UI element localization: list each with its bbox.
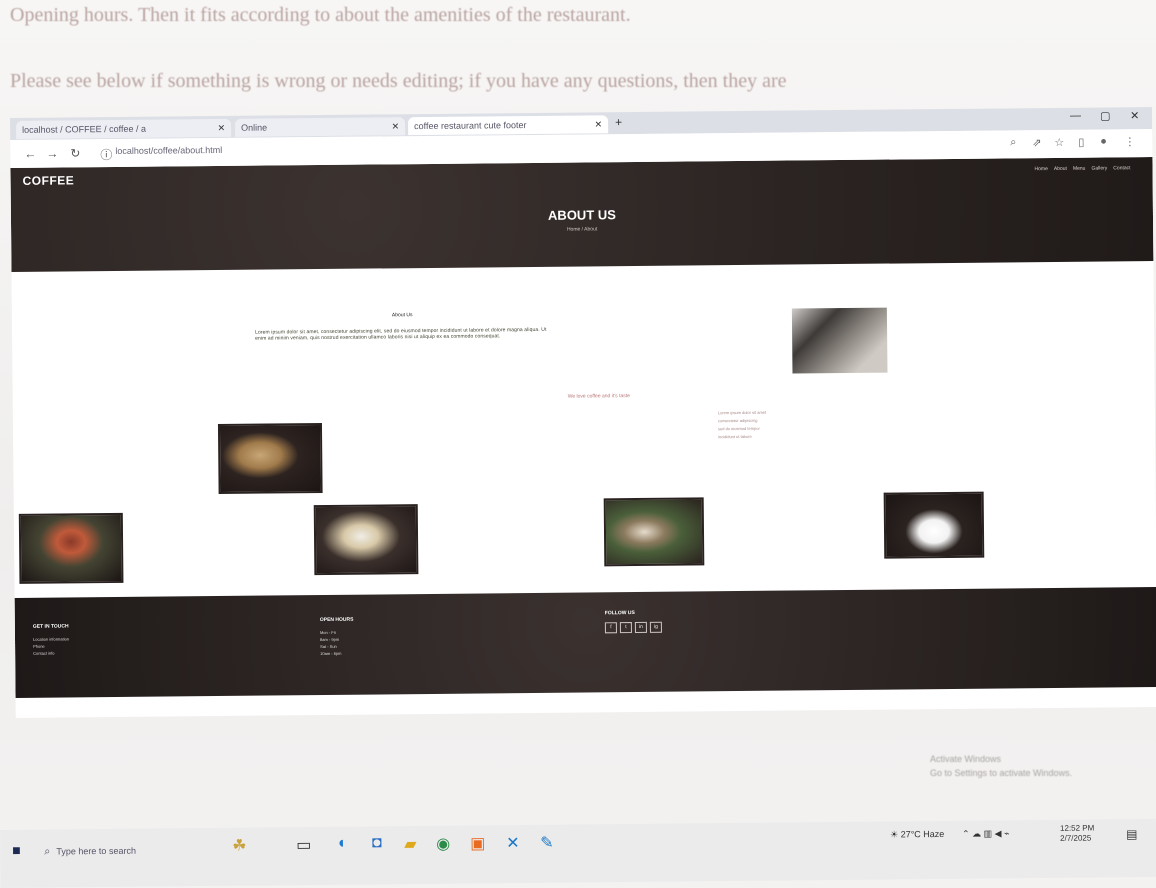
nav-item[interactable]: Home (1034, 166, 1047, 172)
social-links: f t in ig (604, 621, 662, 634)
footer-heading: OPEN HOURS (319, 616, 354, 624)
site-logo[interactable]: COFFEE (23, 173, 75, 187)
widget-icon[interactable]: ☘ (232, 836, 247, 856)
nav-item[interactable]: Gallery (1091, 165, 1107, 171)
tab-label: Online (241, 122, 268, 133)
system-tray-icons[interactable]: ⌃ ☁ ▥ ◀ ⌁ (962, 828, 1009, 839)
about-heading: About Us (391, 312, 413, 319)
url-field[interactable]: localhost/coffee/about.html (115, 145, 222, 156)
hero-banner: COFFEE Home About Menu Gallery Contact A… (10, 157, 1154, 272)
footer-hours-column: OPEN HOURS Mon - Fri 8am - 9pm Sat - Sun… (320, 617, 354, 657)
weather-widget[interactable]: ☀ 27°C Haze (890, 829, 944, 841)
twitter-icon[interactable]: t (619, 622, 632, 634)
chrome-icon[interactable]: ◉ (436, 834, 450, 854)
site-footer: GET IN TOUCH Location information Phone … (14, 587, 1156, 698)
browser-window: localhost / COFFEE / coffee / a ✕ Online… (10, 107, 1156, 718)
menu-icon[interactable]: ⋮ (1124, 135, 1135, 148)
nav-item[interactable]: Contact (1113, 165, 1130, 171)
task-view-icon[interactable]: ▭ (296, 835, 311, 855)
close-tab-icon[interactable]: ✕ (391, 121, 399, 132)
about-paragraph: Lorem ipsum dolor sit amet, consectetur … (255, 326, 547, 342)
facebook-icon[interactable]: f (604, 622, 617, 634)
coffee-cup-image (217, 423, 323, 495)
close-window-icon[interactable]: ✕ (1130, 109, 1139, 122)
zoom-icon[interactable]: ⌕ (1010, 136, 1016, 149)
linkedin-icon[interactable]: in (634, 621, 647, 634)
list-item: sed do eiusmod tempor (717, 425, 760, 432)
site-info-icon[interactable]: ⓘ (100, 146, 112, 163)
feature-list: Lorem ipsum dolor sit amet consectetur a… (718, 409, 767, 441)
forward-icon[interactable]: → (46, 147, 58, 161)
document-text-line-1: Opening hours. Then it fits according to… (10, 4, 631, 26)
sidebar-icon[interactable]: ▯ (1078, 136, 1084, 149)
footer-text: 10am - 6pm (320, 650, 342, 657)
nav-item[interactable]: Menu (1073, 166, 1086, 172)
instagram-icon[interactable]: ig (649, 621, 662, 633)
browser-tab-3[interactable]: coffee restaurant cute footer ✕ (408, 115, 609, 136)
minimize-icon[interactable]: — (1070, 110, 1081, 122)
date-text: 2/7/2025 (1060, 833, 1092, 843)
maximize-icon[interactable]: ▢ (1100, 109, 1111, 122)
steaming-coffee-image (313, 504, 419, 576)
vscode-icon[interactable]: ✕ (506, 833, 520, 853)
close-tab-icon[interactable]: ✕ (594, 119, 602, 130)
windows-start-icon[interactable]: ■ (12, 842, 21, 858)
store-icon[interactable]: ◘ (372, 834, 382, 852)
cake-image (18, 512, 124, 584)
search-icon: ⌕ (44, 845, 51, 858)
tab-label: coffee restaurant cute footer (414, 120, 527, 132)
reload-icon[interactable]: ↻ (70, 146, 80, 160)
taskbar-search-box[interactable]: ⌕ Type here to search (38, 838, 218, 864)
document-text-line-2: Please see below if something is wrong o… (10, 70, 787, 92)
notification-icon[interactable]: ▤ (1126, 827, 1137, 841)
tagline-text: We love coffee and it's taste (567, 393, 630, 400)
new-tab-icon[interactable]: + (615, 115, 622, 129)
activate-windows-watermark: Activate Windows Go to Settings to activ… (930, 752, 1072, 780)
footer-heading: FOLLOW US (604, 610, 635, 617)
windows-taskbar: ■ ⌕ Type here to search ☘ ▭ ◐ ◘ ▰ ◉ ▣ ✕ … (0, 818, 1156, 888)
web-page: COFFEE Home About Menu Gallery Contact A… (10, 157, 1156, 718)
browser-tab-1[interactable]: localhost / COFFEE / coffee / a ✕ (16, 118, 232, 139)
watermark-line-1: Activate Windows (930, 754, 1002, 764)
top-navigation: Home About Menu Gallery Contact (1034, 165, 1130, 172)
edge-icon[interactable]: ◐ (338, 835, 348, 853)
xampp-icon[interactable]: ▣ (470, 833, 485, 853)
footer-heading: GET IN TOUCH (32, 623, 69, 630)
clock[interactable]: 12:52 PM 2/7/2025 (1060, 823, 1094, 843)
file-explorer-icon[interactable]: ▰ (404, 834, 417, 854)
list-item: Lorem ipsum dolor sit amet (717, 409, 767, 416)
bookmark-icon[interactable]: ☆ (1054, 136, 1064, 149)
footer-link[interactable]: Location information (33, 635, 69, 642)
back-icon[interactable]: ← (24, 147, 36, 161)
close-tab-icon[interactable]: ✕ (218, 122, 226, 133)
search-placeholder: Type here to search (56, 845, 136, 857)
time-text: 12:52 PM (1059, 823, 1095, 833)
watermark-line-2: Go to Settings to activate Windows. (930, 768, 1073, 778)
coffee-set-image (603, 497, 705, 567)
coffee-splash-image (883, 491, 985, 559)
app-icon[interactable]: ✎ (540, 833, 554, 853)
weather-text: 27°C Haze (900, 828, 945, 840)
footer-link[interactable]: Contact info (33, 649, 69, 656)
list-item: incididunt ut labore (718, 433, 752, 440)
footer-contact-column: GET IN TOUCH Location information Phone … (33, 623, 69, 656)
footer-social-column: FOLLOW US f t in ig (605, 610, 662, 634)
nav-item[interactable]: About (1054, 166, 1067, 172)
coffee-machine-image (791, 307, 888, 374)
tab-label: localhost / COFFEE / coffee / a (22, 123, 147, 135)
profile-icon[interactable]: ● (1100, 135, 1107, 147)
browser-tab-2[interactable]: Online ✕ (235, 117, 406, 137)
share-icon[interactable]: ⇗ (1032, 136, 1041, 149)
